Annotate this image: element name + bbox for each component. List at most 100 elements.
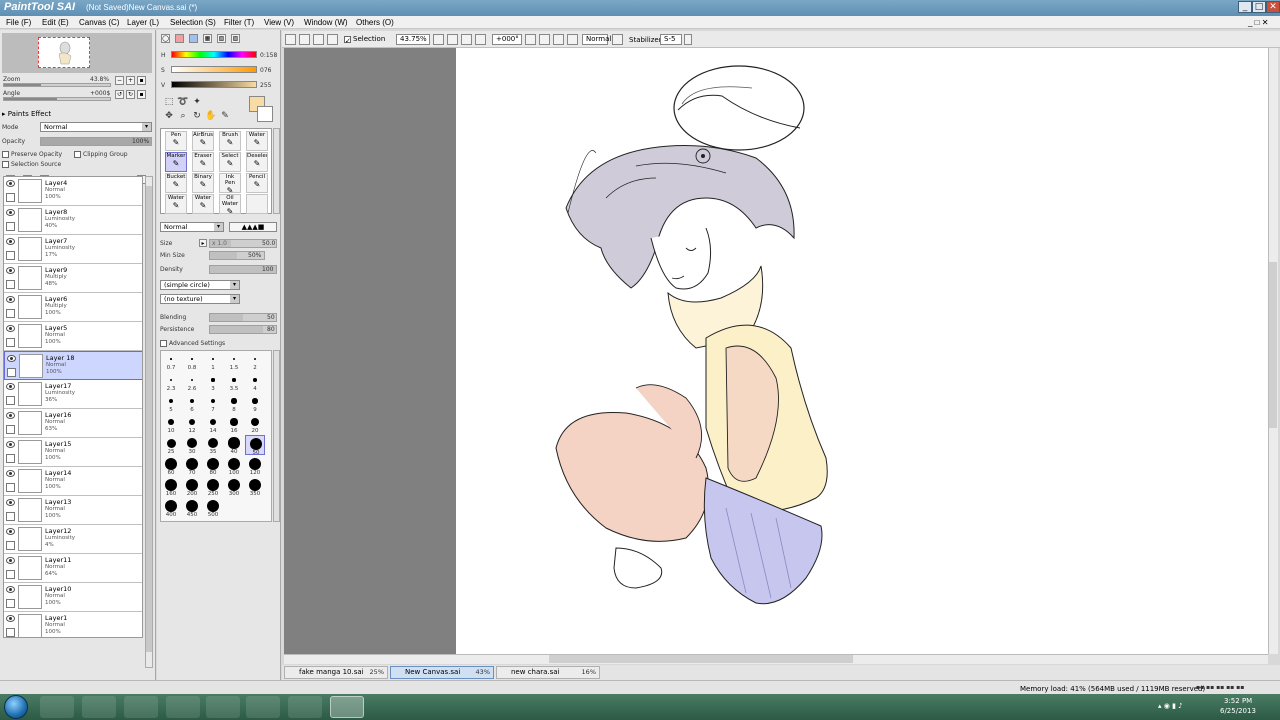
brush-edge-shape[interactable]: ▲▲▲■ [229,222,277,232]
brush-tool-brush[interactable]: Brush ✎ [219,131,241,151]
zoom-minus-icon[interactable] [433,34,444,45]
undo-icon[interactable] [285,34,296,45]
layer-row[interactable]: Layer1 Normal 100% [4,612,142,637]
brush-tool-pen[interactable]: Pen ✎ [165,131,187,151]
zoom-field[interactable]: 43.75% [396,34,430,45]
clock-date[interactable]: 6/25/2013 [1220,707,1256,715]
rotate-icon[interactable]: ↻ [191,110,203,122]
saturation-slider[interactable] [171,66,257,73]
layer-lock-icon[interactable] [6,396,15,405]
layer-lock-icon[interactable] [6,309,15,318]
lasso-icon[interactable]: ➰ [177,96,189,108]
tray-icons[interactable]: ▴ ◉ ▮ ♪ [1158,702,1183,710]
layer-lock-icon[interactable] [6,425,15,434]
eye-icon[interactable] [6,586,15,593]
zoom-out-button[interactable]: − [115,76,124,85]
menu-canvas[interactable]: Canvas (C) [79,18,119,27]
layer-lock-icon[interactable] [6,541,15,550]
brush-tool-airbrush[interactable]: AirBrush✎ [192,131,214,151]
layer-row[interactable]: Layer9 Multiply 48% [4,264,142,293]
brush-tool-marker[interactable]: Marker ✎ [165,152,187,172]
brush-size-option[interactable]: 2.3 [161,372,181,392]
view-mode-field[interactable]: Normal [582,34,611,45]
folder-icon[interactable] [206,696,240,718]
rgb-slider-icon[interactable] [175,34,184,43]
brush-tool-select[interactable]: Select ✎ [219,152,241,172]
brush-size-option[interactable]: 160 [161,477,181,497]
rotate-cw-icon[interactable] [539,34,550,45]
brush-size-option[interactable]: 200 [182,477,202,497]
eye-icon[interactable] [6,470,15,477]
layer-lock-icon[interactable] [6,222,15,231]
layer-lock-icon[interactable] [6,454,15,463]
brush-size-option[interactable]: 1.5 [224,351,244,371]
maximize-button[interactable]: □ [1252,1,1266,13]
layer-lock-icon[interactable] [6,570,15,579]
rotate-reset-icon[interactable] [553,34,564,45]
file-tab-active[interactable]: New Canvas.sai 43% [390,666,494,679]
brush-size-option[interactable]: 30 [182,435,202,455]
layer-row[interactable]: Layer10 Normal 100% [4,583,142,612]
brush-size-option[interactable]: 80 [203,456,223,476]
file-tab[interactable]: new chara.sai 16% [496,666,600,679]
stabilizer-dropdown-icon[interactable] [684,34,692,45]
menu-edit[interactable]: Edit (E) [42,18,69,27]
swatches-icon[interactable]: ▦ [203,34,212,43]
brush-texture-dropdown[interactable]: (no texture) ▾ [160,294,240,304]
layer-lock-icon[interactable] [6,599,15,608]
brush-size-option[interactable]: 0.8 [182,351,202,371]
clipping-group-checkbox[interactable]: Clipping Group [74,151,128,158]
brush-size-option[interactable]: 6 [182,393,202,413]
eye-icon[interactable] [6,296,15,303]
deselect-icon[interactable] [313,34,324,45]
brush-tool-eraser[interactable]: Eraser ✎ [192,152,214,172]
clock-time[interactable]: 3:52 PM [1224,697,1252,705]
layer-row[interactable]: Layer15 Normal 100% [4,438,142,467]
scratchpad-icon[interactable]: ▧ [217,34,226,43]
menu-view[interactable]: View (V) [264,18,294,27]
brush-tool-deselect[interactable]: Deselect✎ [246,152,268,172]
layer-lock-icon[interactable] [7,368,16,377]
brush-grid-scrollbar[interactable] [273,128,280,214]
brush-tool-water[interactable]: Water ✎ [246,131,268,151]
brush-size-option[interactable]: 16 [224,414,244,434]
canvas-horizontal-scroll-thumb[interactable] [549,655,853,663]
brush-tool-ink-pen[interactable]: Ink Pen ✎ [219,173,241,193]
eye-icon[interactable] [6,412,15,419]
secondary-color-swatch[interactable] [257,106,273,122]
brush-size-option[interactable]: 10 [161,414,181,434]
eye-icon[interactable] [6,383,15,390]
navigator-preview[interactable] [2,33,152,73]
size-palette-scrollbar[interactable] [273,350,280,522]
brush-size-option[interactable]: 3 [203,372,223,392]
brush-size-option[interactable]: 9 [245,393,265,413]
brush-tool-oil-water[interactable]: Oil Water ✎ [219,194,241,214]
brush-size-option[interactable]: 500 [203,498,223,518]
layer-row[interactable]: Layer17 Luminosity 36% [4,380,142,409]
rotate-reset-button[interactable]: ▪ [137,90,146,99]
stabilizer-value[interactable]: S-5 [660,34,682,45]
brush-size-option[interactable]: 0.7 [161,351,181,371]
layer-lock-icon[interactable] [6,280,15,289]
zoom-actual-icon[interactable] [475,34,486,45]
minimize-button[interactable]: _ [1238,1,1252,13]
layer-lock-icon[interactable] [6,338,15,347]
layer-lock-icon[interactable] [6,483,15,492]
brush-size-option[interactable]: 25 [161,435,181,455]
brush-size-option[interactable]: 70 [182,456,202,476]
brush-size-option[interactable]: 14 [203,414,223,434]
layer-row[interactable]: Layer5 Normal 100% [4,322,142,351]
eye-icon[interactable] [6,209,15,216]
zoom-icon[interactable]: ⌕ [177,110,189,122]
taskbar-app-icon[interactable] [40,696,74,718]
close-button[interactable]: ✕ [1266,1,1280,13]
layer-lock-icon[interactable] [6,512,15,521]
eye-icon[interactable] [6,325,15,332]
brush-size-option[interactable]: 2.6 [182,372,202,392]
brush-size-option[interactable]: 300 [224,477,244,497]
rotate-ccw-icon[interactable] [525,34,536,45]
layer-row[interactable]: Layer16 Normal 63% [4,409,142,438]
brush-tool-bucket[interactable]: Bucket ✎ [165,173,187,193]
zoom-slider[interactable] [3,83,111,87]
eye-icon[interactable] [6,267,15,274]
